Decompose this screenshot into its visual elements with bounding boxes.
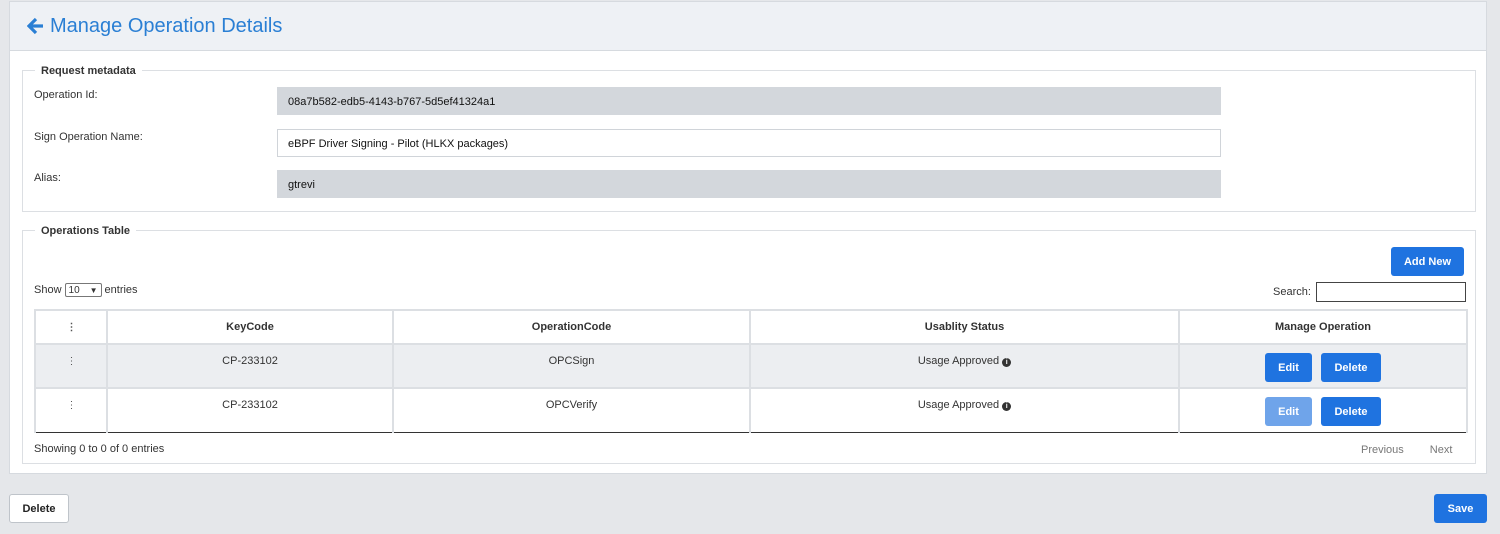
operations-table-fieldset: Operations Table Add New Show 10 ▼ entri… [22, 224, 1476, 464]
column-header-usability-status[interactable]: Usablity Status [749, 309, 1180, 345]
panel-header: Manage Operation Details [10, 2, 1486, 51]
operations-table-legend: Operations Table [35, 224, 137, 238]
usability-status-cell: Usage Approved i [749, 387, 1180, 433]
page-length-control: Show 10 ▼ entries [34, 283, 138, 297]
edit-button[interactable]: Edit [1265, 353, 1312, 382]
manage-operation-panel: Manage Operation Details Request metadat… [9, 1, 1487, 474]
add-new-button[interactable]: Add New [1391, 247, 1464, 276]
keycode-cell: CP-233102 [106, 343, 394, 389]
request-metadata-legend: Request metadata [35, 64, 142, 78]
table-info: Showing 0 to 0 of 0 entries [34, 443, 165, 455]
drag-handle-icon: ⋮ [66, 400, 77, 411]
search-control: Search: [1273, 282, 1466, 302]
delete-operation-button[interactable]: Delete [9, 494, 69, 523]
arrow-left-icon[interactable] [26, 16, 46, 36]
info-icon[interactable]: i [1002, 402, 1012, 411]
row-drag-handle[interactable]: ⋮ [34, 343, 108, 389]
search-input[interactable] [1315, 282, 1466, 302]
chevron-down-icon: ▼ [89, 286, 98, 295]
next-page-link[interactable]: Next [1430, 444, 1453, 456]
alias-label: Alias: [34, 172, 61, 184]
row-drag-handle[interactable]: ⋮ [34, 387, 108, 433]
sign-operation-name-label: Sign Operation Name: [34, 131, 143, 143]
edit-button-disabled: Edit [1265, 397, 1312, 426]
delete-row-button[interactable]: Delete [1321, 397, 1381, 426]
drag-handle-icon: ⋮ [66, 356, 77, 367]
usability-status-cell: Usage Approved i [749, 343, 1180, 389]
search-label: Search: [1273, 286, 1311, 298]
alias-field: gtrevi [277, 170, 1221, 198]
page-length-select[interactable]: 10 ▼ [64, 283, 102, 297]
entries-label: entries [104, 284, 138, 296]
keycode-cell: CP-233102 [106, 387, 394, 433]
status-text: Usage Approved [917, 399, 1000, 411]
page-title: Manage Operation Details [50, 14, 283, 37]
table-header-row: ⋮ KeyCode OperationCode Usablity Status … [34, 309, 1468, 345]
column-header-operationcode[interactable]: OperationCode [392, 309, 751, 345]
table-row: ⋮ CP-233102 OPCSign Usage Approved i Edit… [34, 343, 1468, 389]
manage-operation-cell: Edit Delete [1178, 387, 1468, 433]
drag-handle-header: ⋮ [34, 309, 108, 345]
column-header-keycode[interactable]: KeyCode [106, 309, 394, 345]
page-length-value: 10 [68, 284, 80, 296]
drag-handle-icon: ⋮ [66, 322, 77, 333]
operation-id-field: 08a7b582-edb5-4143-b767-5d5ef41324a1 [277, 87, 1221, 115]
operationcode-cell: OPCVerify [392, 387, 751, 433]
operationcode-cell: OPCSign [392, 343, 751, 389]
pagination: Previous Next [1361, 444, 1452, 456]
manage-operation-cell: Edit Delete [1178, 343, 1468, 389]
operation-id-label: Operation Id: [34, 89, 98, 101]
delete-row-button[interactable]: Delete [1321, 353, 1381, 382]
previous-page-link[interactable]: Previous [1361, 444, 1404, 456]
save-button[interactable]: Save [1434, 494, 1487, 523]
info-icon[interactable]: i [1002, 358, 1012, 367]
status-text: Usage Approved [917, 355, 1000, 367]
operations-table: ⋮ KeyCode OperationCode Usablity Status … [34, 309, 1468, 433]
sign-operation-name-input[interactable]: eBPF Driver Signing - Pilot (HLKX packag… [277, 129, 1221, 157]
column-header-manage-operation: Manage Operation [1178, 309, 1468, 345]
show-label: Show [34, 284, 62, 296]
request-metadata-fieldset: Request metadata Operation Id: 08a7b582-… [22, 64, 1476, 212]
table-row: ⋮ CP-233102 OPCVerify Usage Approved i Ed… [34, 387, 1468, 433]
